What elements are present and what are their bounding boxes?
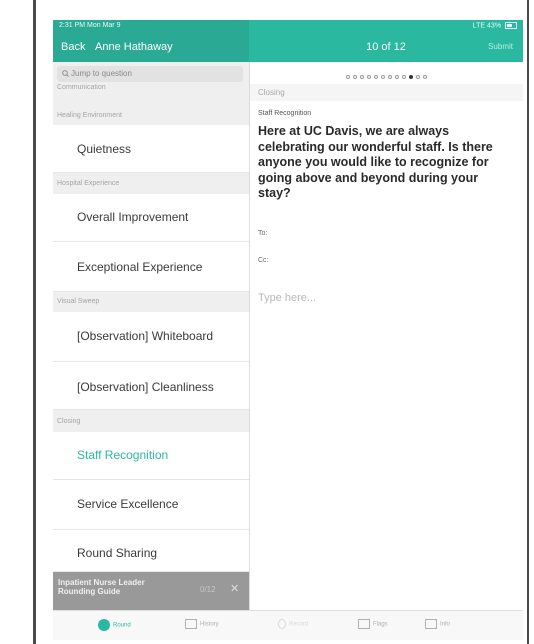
sidebar-item-label: Staff Recognition	[77, 448, 169, 462]
round-icon	[98, 619, 110, 631]
guide-footer: Inpatient Nurse Leader Rounding Guide 0/…	[53, 572, 249, 610]
section-healing-environment: Healing Environment	[57, 112, 122, 119]
sidebar-item-service-excellence[interactable]: Service Excellence	[53, 480, 249, 530]
status-time: 2:31 PM Mon Mar 9	[59, 22, 121, 29]
close-icon[interactable]: ✕	[230, 582, 239, 595]
microphone-icon	[278, 619, 286, 629]
battery-percent: 43%	[487, 22, 502, 30]
sidebar-item-label: Service Excellence	[77, 497, 179, 511]
frame-border-left	[33, 0, 36, 644]
battery-icon	[505, 22, 517, 29]
frame-border-right	[527, 0, 529, 644]
question-progress: 10 of 12	[366, 41, 406, 53]
header-bar: 2:31 PM Mon Mar 9 LTE 43% Back Anne Hath…	[53, 20, 523, 62]
page-dot	[388, 75, 392, 79]
tab-history[interactable]: History	[185, 619, 219, 629]
section-communication: Communication	[57, 84, 106, 91]
response-input[interactable]: Type here...	[258, 292, 513, 592]
section-closing: Closing	[57, 418, 81, 425]
page-dot	[416, 75, 420, 79]
sidebar-item-staff-recognition[interactable]: Staff Recognition	[53, 432, 249, 480]
question-panel: Closing Staff Recognition Here at UC Dav…	[250, 62, 523, 610]
tab-info[interactable]: Info	[425, 619, 450, 629]
patient-name: Anne Hathaway	[95, 41, 173, 53]
tab-flags[interactable]: Flags	[358, 619, 388, 629]
section-hospital-experience: Hospital Experience	[57, 180, 120, 187]
page-dot	[374, 75, 378, 79]
guide-title-line1: Inpatient Nurse Leader	[58, 578, 145, 587]
calendar-icon	[185, 619, 197, 629]
sidebar-item-observation-cleanliness[interactable]: [Observation] Cleanliness	[53, 362, 249, 410]
tab-flags-label: Flags	[373, 621, 388, 628]
sidebar-item-exceptional-experience[interactable]: Exceptional Experience	[53, 242, 249, 292]
tablet-screen: 2:31 PM Mon Mar 9 LTE 43% Back Anne Hath…	[53, 20, 523, 640]
page-dot	[353, 75, 357, 79]
screenshot-frame: 2:31 PM Mon Mar 9 LTE 43% Back Anne Hath…	[0, 0, 534, 644]
tab-round[interactable]: Round	[98, 619, 131, 631]
page-dot	[367, 75, 371, 79]
jump-search[interactable]: Jump to question	[57, 66, 243, 82]
page-dot	[381, 75, 385, 79]
tab-round-label: Round	[113, 622, 131, 629]
sidebar-item-label: Exceptional Experience	[77, 260, 203, 274]
sidebar-item-observation-whiteboard[interactable]: [Observation] Whiteboard	[53, 312, 249, 362]
sidebar-item-round-sharing[interactable]: Round Sharing	[53, 530, 249, 572]
signal-label: LTE	[472, 22, 486, 30]
guide-title-line2: Rounding Guide	[58, 587, 121, 596]
tab-info-label: Info	[440, 621, 451, 628]
submit-button[interactable]: Submit	[488, 42, 513, 51]
page-dot	[409, 75, 413, 79]
flag-icon	[358, 619, 370, 629]
page-dot	[395, 75, 399, 79]
sidebar-item-overall-improvement[interactable]: Overall Improvement	[53, 194, 249, 242]
guide-count: 0/12	[200, 585, 216, 594]
question-text: Here at UC Davis, we are always celebrat…	[258, 124, 493, 200]
page-dot	[360, 75, 364, 79]
sidebar-item-label: Overall Improvement	[77, 210, 189, 224]
sidebar-item-quietness[interactable]: Quietness	[53, 125, 249, 173]
question-sidebar: Jump to question Communication Healing E…	[53, 62, 250, 610]
bottom-tab-bar: Round History Record Flags Info	[53, 610, 523, 640]
page-indicator	[250, 66, 523, 84]
tab-record-label: Record	[289, 621, 309, 628]
page-dot	[423, 75, 427, 79]
page-dot	[402, 75, 406, 79]
sidebar-item-label: [Observation] Whiteboard	[77, 329, 214, 343]
question-label: Staff Recognition	[258, 110, 312, 117]
info-icon	[425, 619, 437, 629]
status-indicators: LTE 43%	[473, 22, 517, 29]
back-button[interactable]: Back	[61, 41, 85, 53]
tab-history-label: History	[200, 621, 219, 628]
tab-record[interactable]: Record	[278, 619, 308, 629]
to-field[interactable]: To:	[258, 230, 267, 237]
search-placeholder: Jump to question	[71, 69, 132, 78]
sidebar-item-label: Round Sharing	[77, 546, 158, 560]
page-dot	[346, 75, 350, 79]
question-section: Closing	[250, 84, 523, 101]
section-visual-sweep: Visual Sweep	[57, 298, 100, 305]
guide-title: Inpatient Nurse Leader Rounding Guide	[58, 578, 145, 596]
sidebar-item-label: Quietness	[77, 142, 132, 156]
sidebar-item-label: [Observation] Cleanliness	[77, 380, 214, 394]
cc-field[interactable]: Cc:	[258, 257, 269, 264]
